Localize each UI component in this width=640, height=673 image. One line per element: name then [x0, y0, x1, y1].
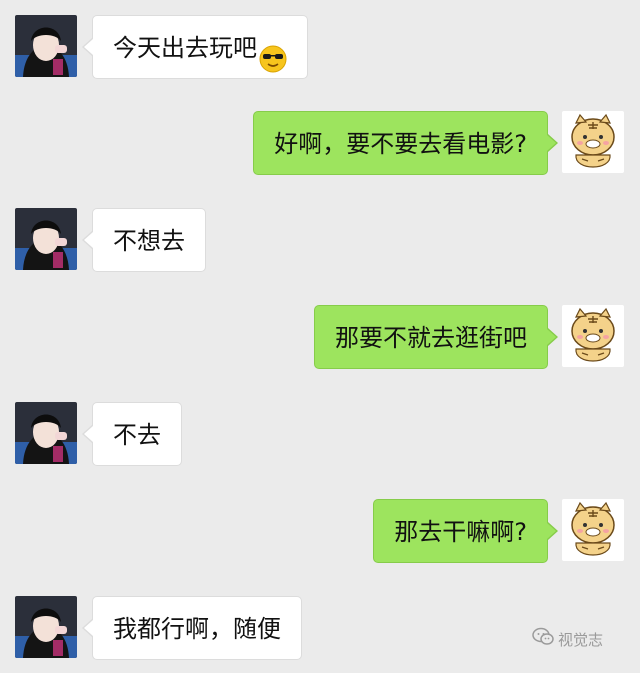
wechat-official-account-icon — [532, 627, 558, 651]
message-row-incoming: 不去 — [0, 402, 640, 466]
message-text: 不想去 — [113, 227, 185, 255]
message-bubble-incoming[interactable]: 不去 — [82, 402, 182, 466]
tiger-cartoon-avatar[interactable] — [562, 305, 624, 367]
message-bubble-outgoing[interactable]: 那要不就去逛街吧 — [314, 305, 558, 369]
girl-avatar[interactable] — [15, 208, 77, 270]
message-text: 今天出去玩吧 — [113, 34, 257, 62]
message-text: 我都行啊，随便 — [113, 615, 281, 643]
message-text: 不去 — [113, 421, 161, 449]
girl-avatar[interactable] — [15, 15, 77, 77]
message-text: 那要不就去逛街吧 — [335, 324, 527, 352]
message-text: 好啊，要不要去看电影? — [274, 130, 527, 158]
tiger-cartoon-avatar[interactable] — [562, 111, 624, 173]
tiger-cartoon-avatar[interactable] — [562, 499, 624, 561]
chat-window: 今天出去玩吧 好啊，要不要去看电影? 不想去 那要不就去逛街吧 不去 那去干嘛啊… — [0, 0, 640, 673]
message-row-outgoing: 那去干嘛啊? — [0, 499, 640, 563]
message-row-incoming: 今天出去玩吧 — [0, 15, 640, 79]
message-bubble-incoming[interactable]: 我都行啊，随便 — [82, 596, 302, 660]
sunglasses-smile-emoji-icon — [259, 33, 287, 73]
girl-avatar[interactable] — [15, 596, 77, 658]
watermark: 视觉志 — [532, 627, 604, 651]
message-bubble-outgoing[interactable]: 那去干嘛啊? — [373, 499, 558, 563]
message-text: 那去干嘛啊? — [394, 518, 527, 546]
message-bubble-incoming[interactable]: 不想去 — [82, 208, 206, 272]
message-bubble-incoming[interactable]: 今天出去玩吧 — [82, 15, 308, 79]
watermark-text: 视觉志 — [558, 630, 604, 649]
message-bubble-outgoing[interactable]: 好啊，要不要去看电影? — [253, 111, 558, 175]
message-row-outgoing: 好啊，要不要去看电影? — [0, 111, 640, 175]
message-row-incoming: 不想去 — [0, 208, 640, 272]
girl-avatar[interactable] — [15, 402, 77, 464]
message-row-outgoing: 那要不就去逛街吧 — [0, 305, 640, 369]
